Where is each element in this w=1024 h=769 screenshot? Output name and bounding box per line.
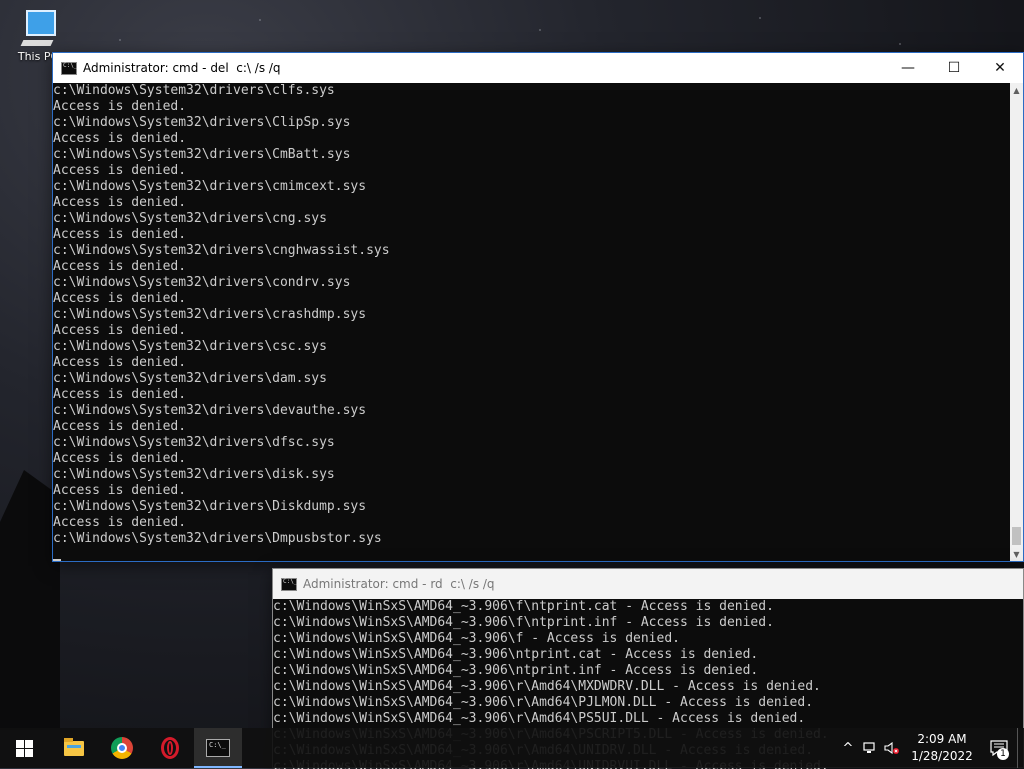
console-line: c:\Windows\WinSxS\AMD64_~3.906\f\ntprint… — [273, 615, 774, 630]
wallpaper-silhouette — [0, 470, 60, 730]
console-line: c:\Windows\System32\drivers\crashdmp.sys — [53, 307, 367, 322]
taskbar-file-explorer[interactable] — [50, 728, 98, 768]
network-icon[interactable] — [859, 728, 881, 768]
title-bar[interactable]: Administrator: cmd - rd c:\ /s /q — [273, 569, 1023, 599]
text-cursor — [53, 559, 61, 561]
cmd-window-del[interactable]: Administrator: cmd - del c:\ /s /q — ☐ ✕… — [52, 52, 1024, 562]
opera-icon — [161, 737, 179, 759]
close-button[interactable]: ✕ — [977, 53, 1023, 83]
chrome-icon — [111, 737, 133, 759]
title-bar[interactable]: Administrator: cmd - del c:\ /s /q — ☐ ✕ — [53, 53, 1023, 83]
clock-date: 1/28/2022 — [911, 749, 973, 763]
console-line: c:\Windows\System32\drivers\cng.sys — [53, 211, 327, 226]
console-line: c:\Windows\System32\drivers\Dmpusbstor.s… — [53, 531, 382, 546]
window-title: Administrator: cmd - rd c:\ /s /q — [303, 577, 495, 591]
taskbar: ^ 2:09 AM 1/28/2022 1 — [0, 728, 1024, 768]
console-line: Access is denied. — [53, 99, 187, 114]
console-line: Access is denied. — [53, 483, 187, 498]
folder-icon — [64, 737, 84, 756]
taskbar-opera[interactable] — [146, 728, 194, 768]
clock[interactable]: 2:09 AM 1/28/2022 — [903, 731, 981, 765]
console-line: Access is denied. — [53, 227, 187, 242]
computer-icon — [20, 8, 56, 48]
console-line: Access is denied. — [53, 163, 187, 178]
scroll-up-arrow-icon[interactable]: ▲ — [1010, 83, 1023, 97]
window-controls: — ☐ ✕ — [885, 53, 1023, 83]
scrollbar-thumb[interactable] — [1012, 527, 1021, 545]
console-line: c:\Windows\System32\drivers\dfsc.sys — [53, 435, 335, 450]
console-line: c:\Windows\System32\drivers\csc.sys — [53, 339, 327, 354]
cmd-icon — [206, 739, 230, 757]
tray-chevron-icon[interactable]: ^ — [837, 728, 859, 768]
start-button[interactable] — [0, 728, 48, 768]
console-line: c:\Windows\WinSxS\AMD64_~3.906\r\Amd64\M… — [273, 679, 821, 694]
action-center-button[interactable]: 1 — [981, 728, 1017, 768]
taskbar-command-prompt[interactable] — [194, 728, 242, 768]
volume-muted-icon[interactable] — [881, 728, 903, 768]
console-line: Access is denied. — [53, 515, 187, 530]
console-line: c:\Windows\System32\drivers\dam.sys — [53, 371, 327, 386]
console-line: Access is denied. — [53, 323, 187, 338]
console-line: c:\Windows\System32\drivers\devauthe.sys — [53, 403, 367, 418]
console-line: Access is denied. — [53, 131, 187, 146]
console-line: c:\Windows\System32\drivers\condrv.sys — [53, 275, 351, 290]
system-tray: ^ 2:09 AM 1/28/2022 1 — [837, 728, 1024, 768]
console-line: Access is denied. — [53, 451, 187, 466]
console-line: Access is denied. — [53, 195, 187, 210]
console-line: c:\Windows\WinSxS\AMD64_~3.906\r\Amd64\P… — [273, 711, 806, 726]
console-line: Access is denied. — [53, 419, 187, 434]
console-line: c:\Windows\System32\drivers\Diskdump.sys — [53, 499, 367, 514]
console-line: c:\Windows\WinSxS\AMD64_~3.906\f - Acces… — [273, 631, 680, 646]
taskbar-chrome[interactable] — [98, 728, 146, 768]
console-line: c:\Windows\WinSxS\AMD64_~3.906\ntprint.c… — [273, 647, 759, 662]
clock-time: 2:09 AM — [917, 732, 967, 746]
console-line: c:\Windows\WinSxS\AMD64_~3.906\r\Amd64\P… — [273, 695, 814, 710]
cmd-icon — [61, 61, 77, 75]
maximize-button[interactable]: ☐ — [931, 53, 977, 83]
console-line: Access is denied. — [53, 259, 187, 274]
console-line: c:\Windows\System32\drivers\ClipSp.sys — [53, 115, 351, 130]
console-line: c:\Windows\WinSxS\AMD64_~3.906\f\ntprint… — [273, 599, 774, 614]
console-output[interactable]: c:\Windows\System32\drivers\clfs.sys Acce… — [53, 83, 1011, 561]
window-title: Administrator: cmd - del c:\ /s /q — [83, 61, 281, 75]
console-line: c:\Windows\System32\drivers\CmBatt.sys — [53, 147, 351, 162]
scroll-down-arrow-icon[interactable]: ▼ — [1010, 547, 1023, 561]
show-desktop-button[interactable] — [1017, 728, 1024, 768]
console-line: Access is denied. — [53, 355, 187, 370]
console-line: c:\Windows\System32\drivers\cnghwassist.… — [53, 243, 390, 258]
console-line: Access is denied. — [53, 291, 187, 306]
console-line: c:\Windows\WinSxS\AMD64_~3.906\ntprint.i… — [273, 663, 759, 678]
console-line: c:\Windows\System32\drivers\disk.sys — [53, 467, 335, 482]
console-line: c:\Windows\System32\drivers\cmimcext.sys — [53, 179, 367, 194]
scrollbar[interactable]: ▲ ▼ — [1010, 83, 1023, 561]
console-line: Access is denied. — [53, 387, 187, 402]
cmd-icon — [281, 577, 297, 591]
windows-logo-icon — [15, 739, 33, 757]
notification-count-badge: 1 — [997, 748, 1009, 760]
minimize-button[interactable]: — — [885, 53, 931, 83]
console-line: c:\Windows\System32\drivers\clfs.sys — [53, 83, 335, 98]
